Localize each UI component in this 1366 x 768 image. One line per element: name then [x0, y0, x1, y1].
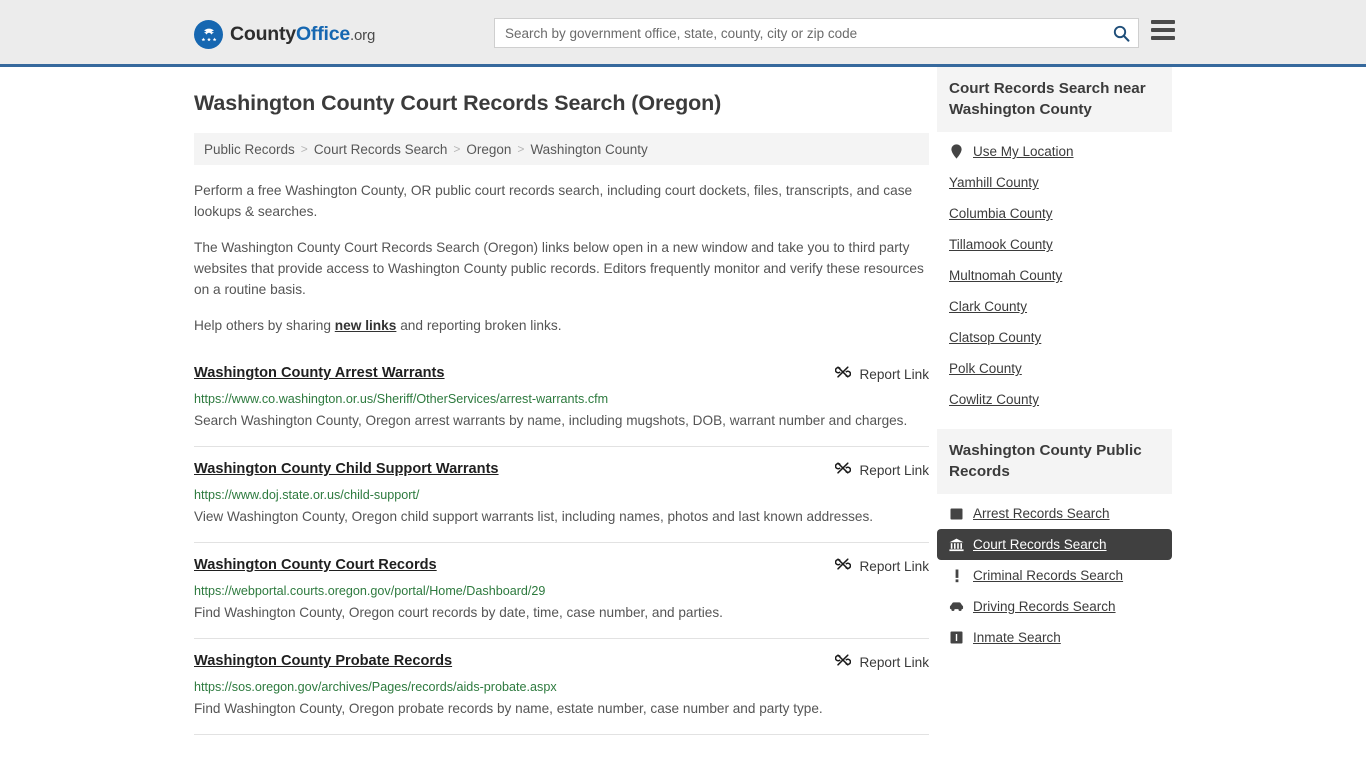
- sidebar-item-polk-county[interactable]: Polk County: [937, 353, 1172, 384]
- sidebar-item-yamhill-county[interactable]: Yamhill County: [937, 167, 1172, 198]
- hamburger-menu-icon[interactable]: [1151, 20, 1175, 40]
- sidebar-item-label: Columbia County: [949, 206, 1053, 221]
- result-description: Find Washington County, Oregon probate r…: [194, 701, 823, 716]
- sidebar-item-court-records-search[interactable]: Court Records Search: [937, 529, 1172, 560]
- id-card-icon: [949, 506, 964, 521]
- sidebar-item-label: Arrest Records Search: [973, 506, 1110, 521]
- breadcrumb-item-oregon[interactable]: Oregon: [466, 142, 511, 157]
- result-title-link[interactable]: Washington County Court Records: [194, 555, 437, 575]
- intro-p3-before: Help others by sharing: [194, 318, 335, 333]
- broken-link-icon: [835, 460, 852, 481]
- report-link-label: Report Link: [859, 559, 929, 574]
- sidebar-item-clatsop-county[interactable]: Clatsop County: [937, 322, 1172, 353]
- report-link-button[interactable]: Report Link: [835, 363, 929, 385]
- sidebar-item-label: Inmate Search: [973, 630, 1061, 645]
- sidebar-item-label: Use My Location: [973, 144, 1074, 159]
- jail-icon: [949, 630, 964, 645]
- result-item: Washington County Probate Records Report…: [194, 639, 929, 735]
- sidebar-item-label: Clatsop County: [949, 330, 1042, 345]
- sidebar-item-driving-records-search[interactable]: Driving Records Search: [937, 591, 1172, 622]
- exclamation-icon: [949, 568, 964, 583]
- result-url: https://www.doj.state.or.us/child-suppor…: [194, 488, 420, 502]
- sidebar-item-label: Driving Records Search: [973, 599, 1116, 614]
- breadcrumb-separator: >: [300, 142, 308, 156]
- report-link-button[interactable]: Report Link: [835, 651, 929, 673]
- sidebar-item-inmate-search[interactable]: Inmate Search: [937, 622, 1172, 653]
- logo-text-county: County: [230, 23, 296, 45]
- report-link-label: Report Link: [859, 367, 929, 382]
- breadcrumb-separator: >: [453, 142, 461, 156]
- hamburger-bar-1: [1151, 20, 1175, 24]
- report-link-button[interactable]: Report Link: [835, 555, 929, 577]
- report-link-button[interactable]: Report Link: [835, 459, 929, 481]
- intro-paragraph-2: The Washington County Court Records Sear…: [194, 240, 924, 297]
- sidebar-item-cowlitz-county[interactable]: Cowlitz County: [937, 384, 1172, 415]
- breadcrumb-item-court-records-search[interactable]: Court Records Search: [314, 142, 448, 157]
- sidebar-item-arrest-records-search[interactable]: Arrest Records Search: [937, 498, 1172, 529]
- map-pin-icon: [949, 144, 964, 159]
- sidebar-nearby-heading: Court Records Search near Washington Cou…: [937, 67, 1172, 132]
- sidebar-item-label: Tillamook County: [949, 237, 1053, 252]
- sidebar-item-use-my-location[interactable]: Use My Location: [937, 136, 1172, 167]
- report-link-label: Report Link: [859, 463, 929, 478]
- hamburger-bar-2: [1151, 28, 1175, 32]
- sidebar-public-records-heading: Washington County Public Records: [937, 429, 1172, 494]
- sidebar-item-multnomah-county[interactable]: Multnomah County: [937, 260, 1172, 291]
- logo-text: CountyOffice.org: [230, 23, 375, 46]
- search-icon[interactable]: [1104, 19, 1138, 47]
- result-description: Search Washington County, Oregon arrest …: [194, 413, 908, 428]
- result-item: Washington County Court Records Report L…: [194, 543, 929, 639]
- result-url: https://www.co.washington.or.us/Sheriff/…: [194, 392, 609, 406]
- sidebar-item-criminal-records-search[interactable]: Criminal Records Search: [937, 560, 1172, 591]
- sidebar-item-clark-county[interactable]: Clark County: [937, 291, 1172, 322]
- car-icon: [949, 599, 964, 614]
- sidebar-item-tillamook-county[interactable]: Tillamook County: [937, 229, 1172, 260]
- sidebar-item-label: Criminal Records Search: [973, 568, 1124, 583]
- courthouse-icon: [949, 537, 964, 552]
- result-title-link[interactable]: Washington County Probate Records: [194, 651, 452, 671]
- intro-paragraph-3: Help others by sharing new links and rep…: [194, 315, 929, 336]
- intro-text: Perform a free Washington County, OR pub…: [194, 180, 929, 336]
- result-url: https://webportal.courts.oregon.gov/port…: [194, 584, 546, 598]
- broken-link-icon: [835, 652, 852, 673]
- intro-paragraph-1: Perform a free Washington County, OR pub…: [194, 183, 913, 219]
- result-description: Find Washington County, Oregon court rec…: [194, 605, 723, 620]
- result-url: https://sos.oregon.gov/archives/Pages/re…: [194, 680, 557, 694]
- result-description: View Washington County, Oregon child sup…: [194, 509, 874, 524]
- broken-link-icon: [835, 364, 852, 385]
- main-content: Washington County Court Records Search (…: [194, 67, 929, 735]
- breadcrumb-item-public-records[interactable]: Public Records: [204, 142, 295, 157]
- sidebar-item-label: Yamhill County: [949, 175, 1039, 190]
- sidebar: Court Records Search near Washington Cou…: [937, 67, 1172, 735]
- result-item: Washington County Child Support Warrants…: [194, 447, 929, 543]
- site-logo[interactable]: CountyOffice.org: [194, 20, 375, 49]
- page-title: Washington County Court Records Search (…: [194, 91, 722, 115]
- intro-p3-after: and reporting broken links.: [396, 318, 562, 333]
- result-title-link[interactable]: Washington County Arrest Warrants: [194, 363, 445, 383]
- sidebar-item-label: Clark County: [949, 299, 1028, 314]
- broken-link-icon: [835, 556, 852, 577]
- result-title-link[interactable]: Washington County Child Support Warrants: [194, 459, 499, 479]
- sidebar-panel-nearby: Court Records Search near Washington Cou…: [937, 67, 1172, 415]
- sidebar-item-label: Multnomah County: [949, 268, 1063, 283]
- search-bar[interactable]: [494, 18, 1139, 48]
- logo-text-org: .org: [350, 27, 376, 44]
- search-input[interactable]: [495, 19, 1104, 47]
- result-item: Washington County Arrest Warrants Report…: [194, 351, 929, 447]
- logo-text-office: Office: [295, 23, 351, 45]
- sidebar-item-label: Cowlitz County: [949, 392, 1040, 407]
- breadcrumb: Public Records > Court Records Search > …: [194, 133, 929, 165]
- new-links-link[interactable]: new links: [335, 318, 397, 333]
- sidebar-item-columbia-county[interactable]: Columbia County: [937, 198, 1172, 229]
- eagle-seal-icon: [194, 20, 223, 49]
- page-container: Washington County Court Records Search (…: [0, 67, 1366, 735]
- breadcrumb-item-washington-county[interactable]: Washington County: [530, 142, 647, 157]
- breadcrumb-separator: >: [517, 142, 525, 156]
- sidebar-panel-public-records: Washington County Public Records Arrest …: [937, 429, 1172, 653]
- sidebar-item-label: Polk County: [949, 361, 1022, 376]
- sidebar-item-label: Court Records Search: [973, 537, 1107, 552]
- report-link-label: Report Link: [859, 655, 929, 670]
- site-header: CountyOffice.org: [0, 0, 1366, 67]
- hamburger-bar-3: [1151, 36, 1175, 40]
